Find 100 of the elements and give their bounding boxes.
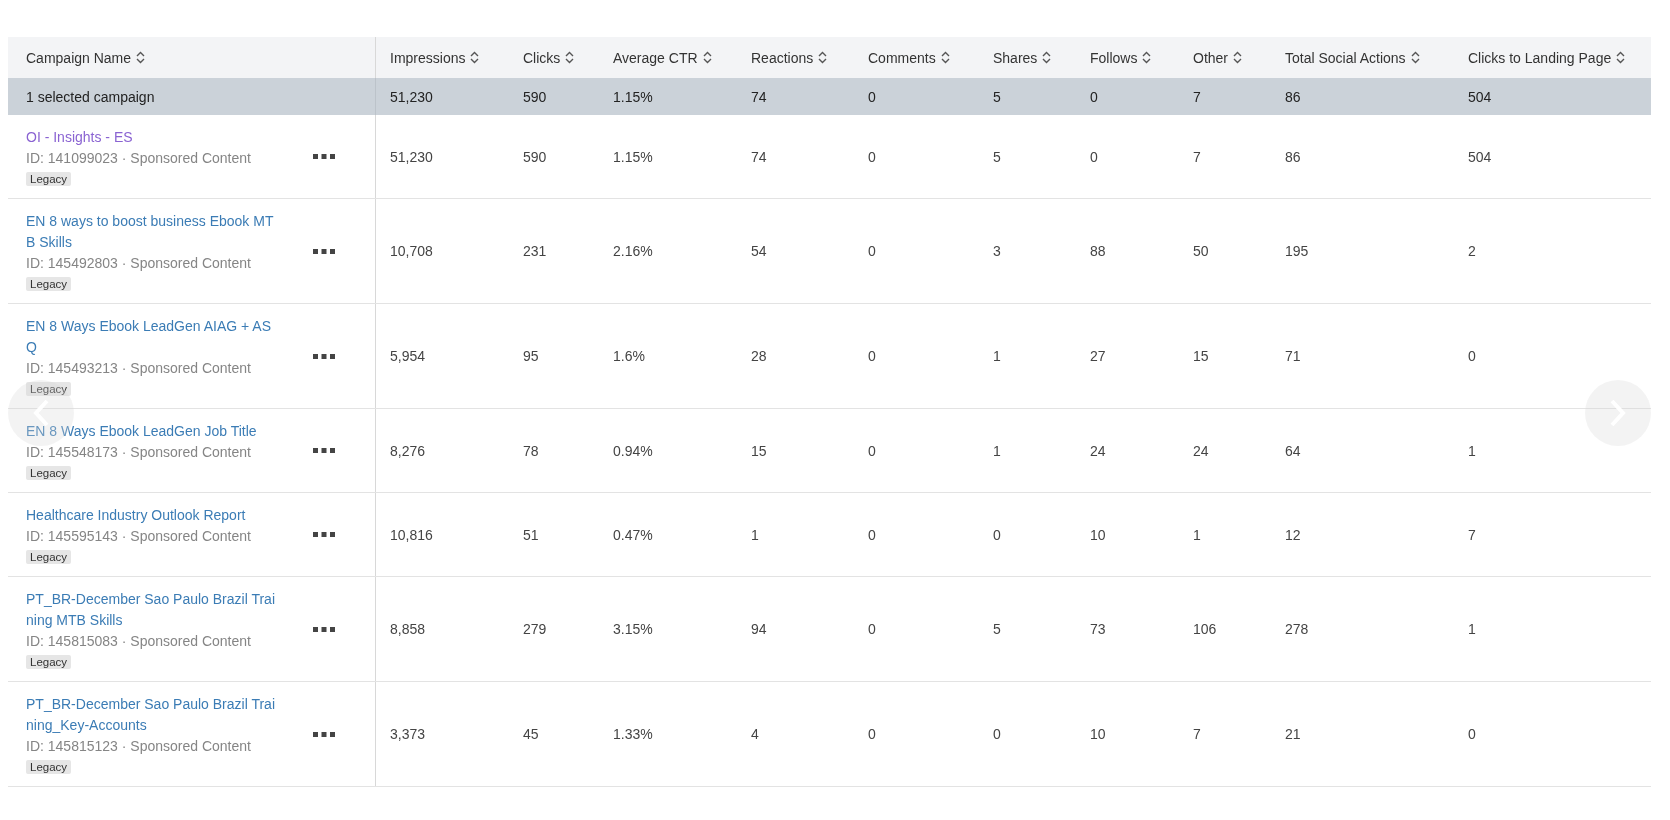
legacy-tag: Legacy (26, 277, 72, 291)
column-header[interactable]: Reactions (751, 49, 828, 66)
summary-value: 74 (751, 88, 767, 105)
table-cell: 0 (868, 621, 876, 637)
table-cell: 95 (523, 348, 539, 364)
table-cell: 278 (1285, 621, 1309, 637)
table-cell: 73 (1090, 621, 1106, 637)
column-header[interactable]: Total Social Actions (1285, 49, 1420, 66)
more-options-icon[interactable] (313, 154, 335, 159)
sort-icon (940, 51, 950, 64)
sort-icon (565, 51, 575, 64)
column-header[interactable]: Comments (868, 49, 950, 66)
table-cell: 12 (1285, 526, 1301, 543)
table-cell: 1.15% (613, 148, 653, 165)
table-cell: 64 (1285, 442, 1301, 459)
table-cell: 51,230 (390, 148, 433, 165)
table-cell: 27 (1090, 348, 1106, 364)
table-cell: 88 (1090, 243, 1106, 259)
table-cell: 1.6% (613, 348, 645, 364)
table-cell: 590 (523, 148, 547, 165)
table-cell: 0 (993, 726, 1001, 742)
table-cell: 10,708 (390, 243, 433, 259)
column-header[interactable]: Follows (1090, 49, 1152, 66)
table-cell: 10,816 (390, 526, 433, 543)
column-header[interactable]: Average CTR (613, 49, 712, 66)
table-cell: 5 (993, 148, 1001, 165)
table-cell: 8,276 (390, 442, 426, 459)
summary-value: 86 (1285, 88, 1301, 105)
more-options-icon[interactable] (313, 532, 335, 537)
campaign-link[interactable]: PT_BR-December Sao Paulo Brazil Training MTB Skills (26, 589, 278, 631)
column-header[interactable]: Impressions (390, 49, 480, 66)
campaign-meta: ID: 141099023 · Sponsored Content (26, 149, 251, 168)
table-cell: 0 (868, 442, 876, 459)
campaign-meta: ID: 145815123 · Sponsored Content (26, 737, 251, 756)
sort-icon (1142, 51, 1152, 64)
campaign-meta: ID: 145493213 · Sponsored Content (26, 359, 251, 378)
table-cell: 78 (523, 442, 539, 459)
campaign-link[interactable]: EN 8 ways to boost business Ebook MTB Skills (26, 211, 278, 253)
table-cell: 10 (1090, 526, 1106, 543)
table-cell: 54 (751, 243, 767, 259)
table-cell: 5,954 (390, 348, 426, 364)
table-cell: 1 (751, 526, 759, 543)
table-cell: 50 (1193, 243, 1209, 259)
table-cell: 71 (1285, 348, 1301, 364)
table-cell: 1 (993, 442, 1001, 459)
sort-icon (702, 51, 712, 64)
more-options-icon[interactable] (313, 626, 335, 632)
more-options-icon[interactable] (313, 353, 335, 359)
summary-value: 51,230 (390, 88, 433, 105)
column-header[interactable]: Clicks (523, 49, 575, 66)
table-cell: 0 (993, 526, 1001, 543)
table-cell: 21 (1285, 726, 1301, 742)
campaign-link[interactable]: EN 8 Ways Ebook LeadGen AIAG + ASQ (26, 316, 278, 358)
table-cell: 1 (1468, 442, 1476, 459)
legacy-tag: Legacy (26, 382, 72, 396)
summary-value: 1.15% (613, 88, 653, 105)
campaign-meta: ID: 145815083 · Sponsored Content (26, 632, 251, 651)
table-cell: 1 (1193, 526, 1201, 543)
table-cell: 3.15% (613, 621, 653, 637)
table-cell: 51 (523, 526, 539, 543)
table-cell: 45 (523, 726, 539, 742)
column-header[interactable]: Other (1193, 49, 1242, 66)
campaign-link[interactable]: Healthcare Industry Outlook Report (26, 505, 246, 526)
legacy-tag: Legacy (26, 466, 72, 480)
table-cell: 4 (751, 726, 759, 742)
campaign-link[interactable]: EN 8 Ways Ebook LeadGen Job Title (26, 421, 257, 442)
sort-icon (1410, 51, 1420, 64)
column-header[interactable]: Shares (993, 49, 1052, 66)
chevron-right-icon (1609, 398, 1627, 428)
campaign-meta: ID: 145492803 · Sponsored Content (26, 254, 251, 273)
summary-value: 7 (1193, 88, 1201, 105)
table-cell: 0 (1468, 726, 1476, 742)
summary-value: 504 (1468, 88, 1492, 105)
table-cell: 3 (993, 243, 1001, 259)
sort-icon (818, 51, 828, 64)
table-cell: 1.33% (613, 726, 653, 742)
column-header[interactable]: Clicks to Landing Page (1468, 49, 1626, 66)
table-cell: 231 (523, 243, 547, 259)
more-options-icon[interactable] (313, 731, 335, 737)
table-cell: 0 (868, 243, 876, 259)
table-cell: 1 (1468, 621, 1476, 637)
column-header[interactable]: Campaign Name (26, 49, 146, 66)
summary-value: 0 (868, 88, 876, 105)
summary-value: 5 (993, 88, 1001, 105)
campaign-meta: ID: 145595143 · Sponsored Content (26, 527, 251, 546)
table-cell: 5 (993, 621, 1001, 637)
table-cell: 24 (1193, 442, 1209, 459)
campaign-link[interactable]: OI - Insights - ES (26, 127, 133, 148)
campaign-link[interactable]: PT_BR-December Sao Paulo Brazil Training_Key-Accounts (26, 694, 278, 736)
more-options-icon[interactable] (313, 448, 335, 453)
table-cell: 1 (993, 348, 1001, 364)
more-options-icon[interactable] (313, 248, 335, 254)
summary-value: 0 (1090, 88, 1098, 105)
table-cell: 8,858 (390, 621, 426, 637)
table-cell: 3,373 (390, 726, 426, 742)
table-cell: 28 (751, 348, 767, 364)
legacy-tag: Legacy (26, 760, 72, 774)
summary-value: 590 (523, 88, 547, 105)
sort-icon (470, 51, 480, 64)
table-cell: 0 (1090, 148, 1098, 165)
